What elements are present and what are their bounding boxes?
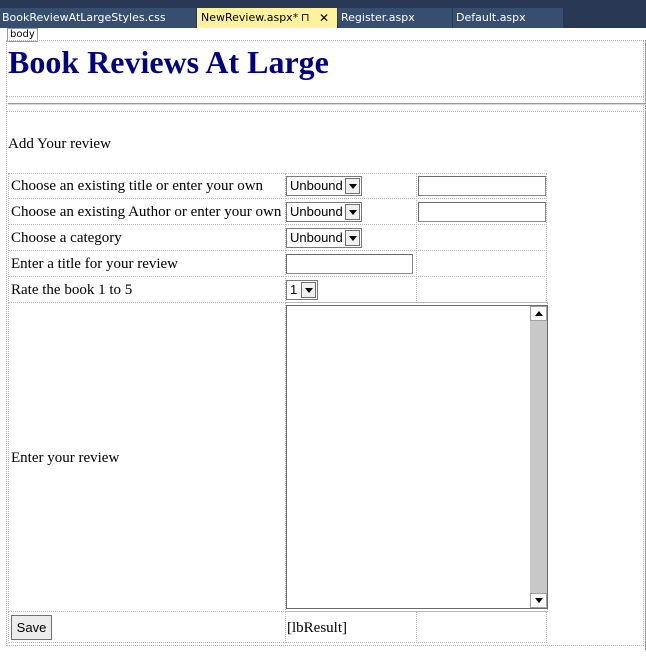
close-icon[interactable]: ✕ (319, 8, 329, 28)
dropdown-arrow-icon (345, 230, 360, 246)
category-dropdown-value: Unbound (290, 230, 343, 245)
document-tab-bar: BookReviewAtLargeStyles.css NewReview.as… (0, 0, 646, 28)
table-cell (416, 611, 547, 643)
review-textarea[interactable] (286, 305, 548, 609)
dropdown-arrow-icon (345, 204, 360, 220)
review-title-label: Enter a title for your review (11, 256, 179, 272)
vertical-scrollbar[interactable] (530, 306, 547, 608)
tab-newreview-aspx[interactable]: NewReview.aspx* ⊓ ✕ (197, 8, 337, 28)
scroll-up-icon[interactable] (530, 306, 547, 321)
tab-register-aspx[interactable]: Register.aspx (338, 8, 452, 28)
table-cell (416, 224, 547, 251)
author-textbox[interactable] (418, 202, 546, 222)
tab-label: Default.aspx (456, 11, 526, 24)
tab-label: BookReviewAtLargeStyles.css (2, 11, 166, 24)
category-dropdown[interactable]: Unbound (286, 228, 362, 248)
existing-title-label: Choose an existing title or enter your o… (11, 178, 264, 194)
horizontal-rule (8, 103, 646, 105)
tab-default-aspx[interactable]: Default.aspx (453, 8, 563, 28)
tab-label: NewReview.aspx* (201, 11, 299, 24)
title-textbox[interactable] (418, 176, 546, 196)
title-dropdown-value: Unbound (290, 178, 343, 193)
author-dropdown-value: Unbound (290, 204, 343, 219)
pin-icon[interactable]: ⊓ (301, 8, 310, 28)
result-label: [lbResult] (287, 620, 347, 636)
dropdown-arrow-icon (345, 178, 360, 194)
review-title-textbox[interactable] (286, 254, 413, 274)
title-dropdown[interactable]: Unbound (286, 176, 362, 196)
table-cell (416, 276, 547, 303)
page-title: Book Reviews At Large (8, 44, 329, 80)
add-review-heading: Add Your review (8, 136, 111, 152)
dropdown-arrow-icon (301, 282, 316, 298)
existing-author-label: Choose an existing Author or enter your … (11, 204, 282, 220)
category-label: Choose a category (11, 230, 122, 246)
save-button[interactable]: Save (11, 615, 52, 640)
review-text-label: Enter your review (11, 450, 120, 466)
scroll-down-icon[interactable] (530, 593, 547, 608)
tab-bookreviewatlargestyles-css[interactable]: BookReviewAtLargeStyles.css (0, 8, 196, 28)
rating-dropdown[interactable]: 1 (286, 280, 318, 300)
author-dropdown[interactable]: Unbound (286, 202, 362, 222)
tab-label: Register.aspx (341, 11, 415, 24)
table-cell (416, 250, 547, 277)
rating-dropdown-value: 1 (290, 282, 298, 297)
rating-label: Rate the book 1 to 5 (11, 282, 133, 298)
